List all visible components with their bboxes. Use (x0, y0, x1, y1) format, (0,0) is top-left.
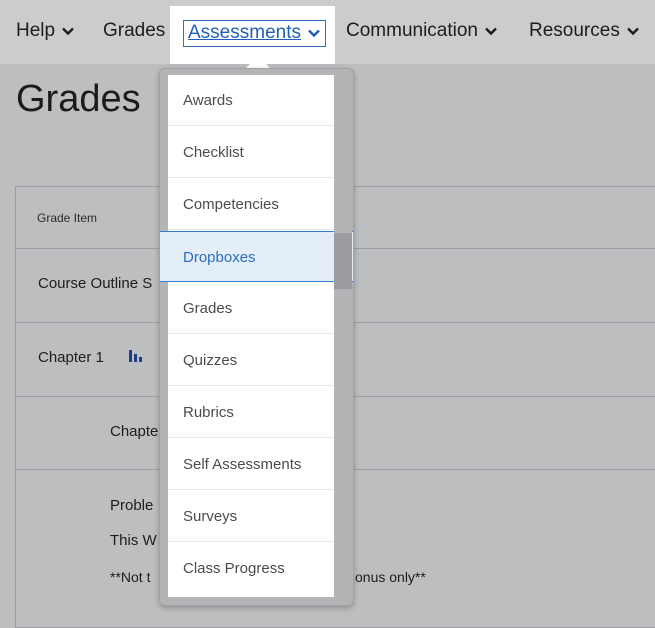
top-nav: Help Grades Assessments Communication Re… (0, 0, 655, 64)
grade-item-chapter[interactable]: Chapte (110, 423, 158, 440)
menu-item-quizzes[interactable]: Quizzes (168, 335, 334, 386)
menu-item-awards[interactable]: Awards (168, 75, 334, 126)
menu-item-checklist[interactable]: Checklist (168, 127, 334, 178)
menu-item-class-progress[interactable]: Class Progress (168, 543, 334, 594)
assessments-dropdown: Awards Checklist Competencies Dropboxes … (159, 68, 354, 606)
nav-help[interactable]: Help (16, 20, 75, 42)
nav-assessments-button[interactable]: Assessments (183, 20, 326, 47)
nav-resources-label: Resources (529, 20, 620, 41)
nav-grades[interactable]: Grades (103, 20, 165, 42)
menu-item-surveys[interactable]: Surveys (168, 491, 334, 542)
chevron-down-icon (626, 24, 640, 38)
column-header-grade-item: Grade Item (37, 211, 98, 225)
nav-help-label: Help (16, 20, 56, 41)
nav-communication[interactable]: Communication (346, 20, 498, 42)
chevron-down-icon (484, 24, 498, 38)
nav-grades-label: Grades (103, 20, 166, 41)
grade-item-course-outline[interactable]: Course Outline S (38, 275, 152, 292)
grade-item-note: **Not t (110, 569, 151, 585)
bar-chart-icon[interactable] (128, 349, 144, 363)
menu-item-self-assessments[interactable]: Self Assessments (168, 439, 334, 490)
grade-item-this-week: This W (110, 532, 157, 549)
grade-item-problem: Proble (110, 497, 154, 514)
menu-item-grades[interactable]: Grades (168, 283, 334, 334)
nav-assessments-label: Assessments (188, 22, 301, 43)
nav-communication-label: Communication (346, 20, 478, 41)
menu-item-rubrics[interactable]: Rubrics (168, 387, 334, 438)
page-title: Grades (16, 78, 141, 120)
nav-assessments[interactable]: Assessments (183, 20, 326, 47)
nav-resources[interactable]: Resources (529, 20, 640, 42)
menu-item-dropboxes[interactable]: Dropboxes (160, 231, 353, 282)
menu-item-competencies[interactable]: Competencies (168, 179, 334, 230)
dropdown-scroll-thumb[interactable] (334, 233, 352, 289)
chevron-down-icon (307, 26, 321, 40)
dropdown-scrollbar[interactable] (334, 75, 352, 597)
grade-item-note-tail: onus only** (355, 569, 426, 585)
grade-item-chapter-1[interactable]: Chapter 1 (38, 349, 104, 366)
chevron-down-icon (61, 24, 75, 38)
assessments-menu: Awards Checklist Competencies Dropboxes … (160, 75, 353, 597)
